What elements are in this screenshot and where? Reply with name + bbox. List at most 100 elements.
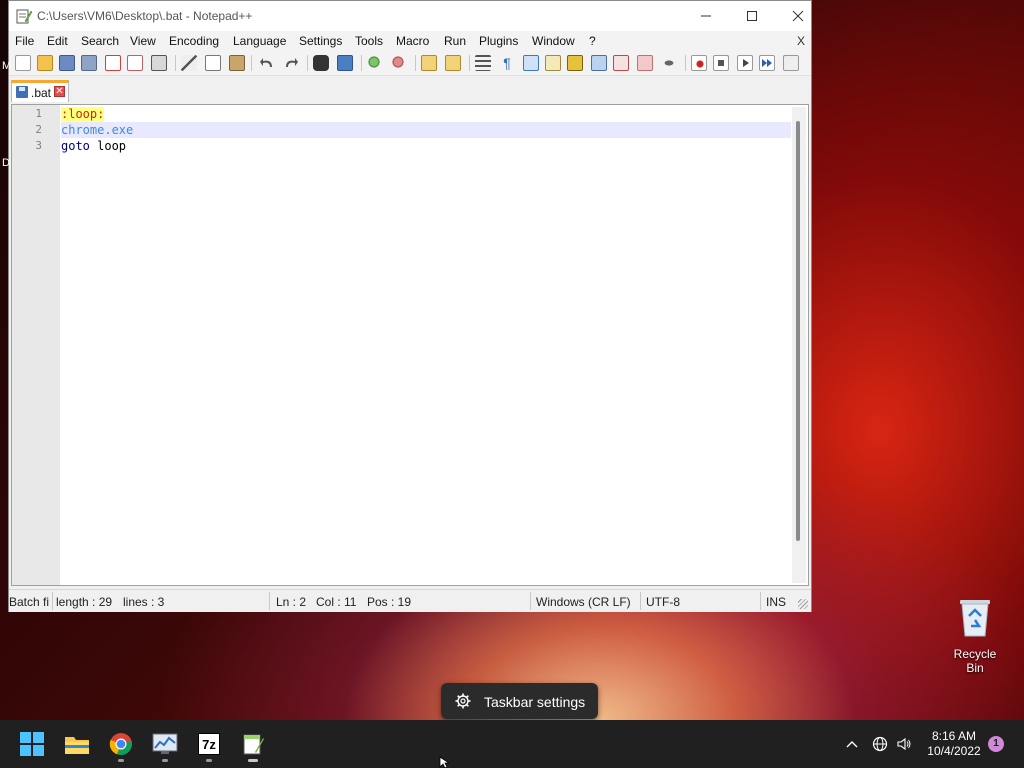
play-macro-icon[interactable]: [737, 55, 753, 71]
status-separator: [760, 592, 761, 610]
window-title: C:\Users\VM6\Desktop\.bat - Notepad++: [37, 9, 253, 23]
notepadpp-icon: [16, 9, 32, 24]
zoom-out-icon[interactable]: [391, 55, 407, 71]
line-number: 3: [35, 139, 42, 152]
close-button[interactable]: [775, 1, 821, 31]
save-all-icon[interactable]: [81, 55, 97, 71]
close-file-icon[interactable]: [105, 55, 121, 71]
status-language: Batch fi: [9, 595, 50, 609]
menu-window[interactable]: Window: [532, 34, 575, 48]
save-icon[interactable]: [59, 55, 75, 71]
recycle-bin[interactable]: Recycle Bin: [944, 596, 1006, 675]
menu-encoding[interactable]: Encoding: [169, 34, 219, 48]
status-separator: [530, 592, 531, 610]
tab-bat[interactable]: .bat ✕: [11, 80, 69, 102]
taskbar-chrome[interactable]: [104, 728, 138, 762]
taskbar-file-explorer[interactable]: [60, 728, 94, 760]
menu-edit[interactable]: Edit: [47, 34, 68, 48]
tab-bar: .bat ✕: [9, 77, 811, 103]
save-macro-icon[interactable]: [783, 55, 799, 71]
toolbar-separator: [361, 55, 362, 71]
taskbar-notepadpp[interactable]: [236, 728, 270, 762]
editor-area[interactable]: :loop: chrome.exe goto loop 123: [11, 104, 809, 586]
menu-language[interactable]: Language: [233, 34, 286, 48]
code-token: chrome.exe: [61, 123, 134, 137]
network-globe-icon[interactable]: [872, 736, 888, 752]
close-all-icon[interactable]: [127, 55, 143, 71]
cut-icon[interactable]: [181, 55, 197, 71]
stop-macro-icon[interactable]: [713, 55, 729, 71]
code-token: loop: [89, 139, 127, 153]
paste-icon[interactable]: [229, 55, 245, 71]
menu-macro[interactable]: Macro: [396, 34, 429, 48]
menu-file[interactable]: File: [15, 34, 34, 48]
toolbar-separator: [469, 55, 470, 71]
code-line[interactable]: chrome.exe: [61, 122, 791, 138]
desktop-edge-text: M: [2, 60, 12, 72]
close-icon: [792, 10, 804, 22]
word-wrap-icon[interactable]: [475, 55, 491, 71]
zoom-in-icon[interactable]: [367, 55, 383, 71]
status-ln: Ln : 2: [276, 595, 307, 609]
status-insert-mode: INS: [766, 595, 787, 609]
taskbar-7zip[interactable]: 7z: [192, 728, 226, 762]
view-eye-icon[interactable]: [661, 55, 677, 71]
clock-time: 8:16 AM: [931, 729, 977, 743]
volume-icon[interactable]: [896, 736, 912, 752]
close-document-button[interactable]: X: [797, 34, 805, 48]
taskbar-settings-menu[interactable]: Taskbar settings: [441, 683, 598, 719]
replace-icon[interactable]: [337, 55, 353, 71]
sync-vertical-icon[interactable]: [421, 55, 437, 71]
menu-run[interactable]: Run: [444, 34, 466, 48]
minimize-button[interactable]: [683, 1, 729, 31]
status-encoding: UTF-8: [646, 595, 680, 609]
menu-view[interactable]: View: [130, 34, 156, 48]
find-icon[interactable]: [313, 55, 329, 71]
show-all-chars-icon[interactable]: ¶: [499, 55, 515, 71]
print-icon[interactable]: [151, 55, 167, 71]
scrollbar-thumb[interactable]: [796, 121, 800, 541]
status-pos: Pos : 19: [367, 595, 412, 609]
taskbar-resource-monitor[interactable]: [148, 728, 182, 762]
maximize-button[interactable]: [729, 1, 775, 31]
tab-close-icon[interactable]: ✕: [54, 86, 65, 97]
new-file-icon[interactable]: [15, 55, 31, 71]
menu-search[interactable]: Search: [81, 34, 119, 48]
code-line[interactable]: goto loop: [61, 138, 791, 154]
monitoring-icon[interactable]: [613, 55, 629, 71]
menu-plugins[interactable]: Plugins: [479, 34, 518, 48]
folder-workspace-icon[interactable]: [591, 55, 607, 71]
run-macro-multiple-icon[interactable]: [759, 55, 775, 71]
minimize-icon: [701, 15, 711, 17]
indent-guide-icon[interactable]: [523, 55, 539, 71]
notification-badge[interactable]: 1: [988, 736, 1004, 752]
taskbar-settings-label: Taskbar settings: [484, 694, 586, 710]
code-token: goto: [61, 139, 90, 153]
menu-help[interactable]: ?: [589, 34, 596, 48]
show-hidden-icons-chevron-up-icon[interactable]: [844, 736, 860, 752]
resize-grip[interactable]: [798, 599, 808, 609]
toolbar: ¶: [9, 51, 811, 76]
redo-icon[interactable]: [283, 55, 299, 71]
start-button[interactable]: [15, 728, 49, 760]
maximize-icon: [747, 11, 757, 21]
floppy-save-icon: [16, 86, 28, 98]
menu-settings[interactable]: Settings: [299, 34, 342, 48]
doc-map-icon[interactable]: [545, 55, 561, 71]
title-bar[interactable]: C:\Users\VM6\Desktop\.bat - Notepad++: [9, 1, 811, 31]
menu-tools[interactable]: Tools: [355, 34, 383, 48]
open-file-icon[interactable]: [37, 55, 53, 71]
desktop-edge-text: D: [2, 157, 10, 169]
user-defined-lang-icon[interactable]: [637, 55, 653, 71]
line-number: 1: [35, 107, 42, 120]
sync-horizontal-icon[interactable]: [445, 55, 461, 71]
copy-icon[interactable]: [205, 55, 221, 71]
clock-date: 10/4/2022: [927, 744, 981, 758]
undo-icon[interactable]: [259, 55, 275, 71]
vertical-scrollbar[interactable]: [792, 107, 806, 583]
notepadpp-icon: [243, 734, 264, 755]
system-clock[interactable]: 8:16 AM 10/4/2022: [922, 729, 986, 759]
code-line[interactable]: :loop:: [61, 106, 791, 122]
record-macro-icon[interactable]: [691, 55, 707, 71]
function-list-icon[interactable]: [567, 55, 583, 71]
